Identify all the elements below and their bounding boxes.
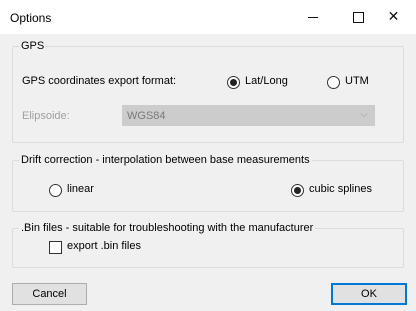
chevron-down-icon: ⌵	[360, 109, 368, 120]
export-bin-checkbox[interactable]	[49, 241, 62, 254]
utm-radio-label[interactable]: UTM	[345, 75, 369, 87]
linear-radio[interactable]	[49, 184, 62, 197]
title-bar: Options ✕	[0, 0, 416, 35]
export-bin-checkbox-label[interactable]: export .bin files	[67, 240, 141, 252]
minimize-icon	[308, 17, 318, 18]
latlong-radio-label[interactable]: Lat/Long	[245, 75, 288, 87]
linear-radio-label[interactable]: linear	[67, 183, 94, 195]
cubic-splines-radio-label[interactable]: cubic splines	[309, 183, 372, 195]
bin-group-label: .Bin files - suitable for troubleshootin…	[19, 222, 316, 235]
utm-radio[interactable]	[327, 76, 340, 89]
bin-group: .Bin files - suitable for troubleshootin…	[12, 222, 404, 268]
drift-group: Drift correction - interpolation between…	[12, 154, 404, 212]
ok-button[interactable]: OK	[331, 283, 407, 305]
cancel-button[interactable]: Cancel	[12, 283, 87, 305]
dialog-client-area: GPS GPS coordinates export format: Lat/L…	[0, 34, 416, 311]
gps-group-label: GPS	[19, 40, 47, 53]
latlong-radio[interactable]	[227, 76, 240, 89]
ellipsoid-value: WGS84	[127, 110, 166, 122]
close-icon: ✕	[387, 8, 400, 24]
maximize-icon	[353, 12, 364, 23]
gps-format-label: GPS coordinates export format:	[22, 75, 177, 87]
window-title: Options	[10, 11, 52, 25]
gps-group: GPS GPS coordinates export format: Lat/L…	[12, 40, 404, 143]
minimize-button[interactable]	[291, 0, 336, 34]
ellipsoid-combo[interactable]: WGS84 ⌵	[122, 105, 375, 126]
cubic-splines-radio[interactable]	[291, 184, 304, 197]
close-button[interactable]: ✕	[371, 0, 416, 34]
ellipsoid-label: Elipsoide:	[22, 110, 70, 122]
drift-group-label: Drift correction - interpolation between…	[19, 154, 312, 167]
